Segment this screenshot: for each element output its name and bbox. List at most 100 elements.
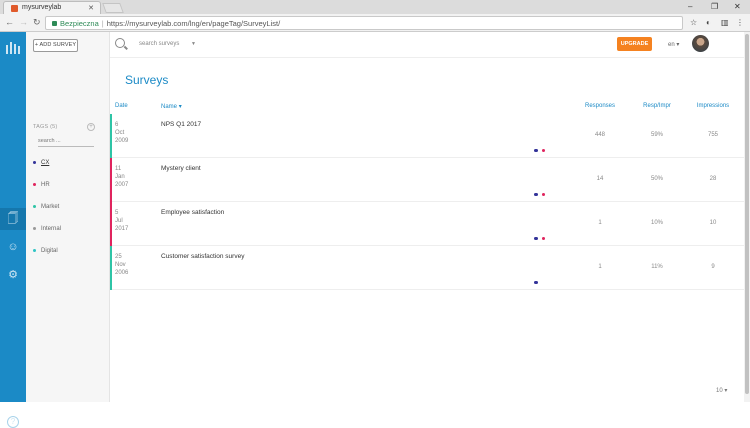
tab-title: mysurveylab: [22, 4, 62, 11]
column-header-impressions[interactable]: Impressions: [688, 103, 738, 109]
survey-tag-dots: [534, 271, 542, 289]
column-header-date[interactable]: Date: [115, 103, 128, 109]
tag-label: Market: [41, 204, 60, 210]
column-header-responses[interactable]: Responses: [575, 103, 625, 109]
scrollbar-thumb[interactable]: [745, 34, 749, 394]
survey-row[interactable]: 5 Jul 2017 Employee satisfaction 1 10% 10: [110, 202, 750, 246]
browser-tab[interactable]: mysurveylab ✕: [3, 1, 101, 14]
avatar[interactable]: [692, 35, 709, 52]
extension-icon[interactable]: ◐: [706, 18, 711, 27]
app-logo-icon: [6, 42, 20, 54]
url-text: https://mysurveylab.com/lng/en/pageTag/S…: [106, 19, 281, 28]
survey-name[interactable]: Employee satisfaction: [161, 209, 224, 216]
survey-date-month: Nov: [115, 262, 126, 268]
tag-dot: [534, 280, 538, 284]
tag-search-input[interactable]: search ...: [38, 138, 94, 147]
survey-responses: 1: [598, 220, 602, 226]
page-size-select[interactable]: 10 ▾: [716, 387, 727, 394]
tag-item[interactable]: Digital: [33, 248, 58, 254]
survey-search-input[interactable]: search surveys: [139, 41, 179, 47]
survey-date-day: 5: [115, 210, 119, 216]
tag-color-dot: [33, 160, 36, 164]
tag-item[interactable]: Internal: [33, 226, 61, 232]
survey-name[interactable]: NPS Q1 2017: [161, 121, 201, 128]
survey-date-month: Jan: [115, 174, 125, 180]
reload-icon[interactable]: ↻: [33, 17, 41, 28]
close-tab-icon[interactable]: ✕: [88, 4, 94, 12]
column-header-name[interactable]: Name ▾: [161, 103, 182, 110]
add-tag-icon[interactable]: +: [87, 123, 95, 131]
survey-resp-impr: 11%: [651, 264, 663, 270]
sort-desc-icon: ▾: [178, 104, 182, 110]
survey-date: 6 Oct 2009: [115, 121, 135, 145]
address-separator: |: [101, 19, 104, 28]
tag-color-dot: [33, 226, 36, 230]
bookmark-star-icon[interactable]: ☆: [690, 18, 697, 27]
contacts-nav-icon[interactable]: ☺: [7, 241, 19, 253]
survey-row[interactable]: 6 Oct 2009 NPS Q1 2017 448 59% 755: [110, 114, 750, 158]
forward-icon[interactable]: →: [19, 17, 28, 27]
page-size-chevron-icon: ▾: [724, 388, 728, 394]
tag-dot: [541, 148, 545, 152]
tag-item[interactable]: Market: [33, 204, 59, 210]
tag-label: Internal: [41, 226, 62, 232]
survey-date-year: 2006: [115, 270, 129, 276]
status-bar: [110, 114, 112, 158]
survey-row[interactable]: 11 Jan 2007 Mystery client 14 50% 28: [110, 158, 750, 202]
survey-date-day: 11: [115, 166, 122, 172]
survey-impressions: 755: [707, 132, 718, 138]
scrollbar[interactable]: [744, 32, 750, 402]
new-tab-button[interactable]: [102, 3, 124, 13]
minimize-icon[interactable]: –: [688, 2, 692, 11]
page-size-value: 10: [716, 388, 723, 394]
survey-date-day: 6: [115, 122, 119, 128]
upgrade-button[interactable]: UPGRADE: [617, 37, 652, 51]
tag-label: HR: [41, 182, 50, 188]
extension-icon-2[interactable]: ▥: [721, 18, 729, 27]
survey-date-month: Oct: [115, 130, 125, 136]
survey-impressions: 28: [709, 176, 717, 182]
tag-dot: [541, 236, 545, 240]
tag-label: Digital: [41, 248, 58, 254]
status-bar: [110, 246, 112, 290]
tag-item[interactable]: CX: [33, 160, 49, 166]
lock-icon: [52, 21, 57, 26]
restore-icon[interactable]: ❐: [711, 2, 718, 11]
page-title: Surveys: [125, 73, 169, 87]
tag-color-dot: [33, 204, 36, 208]
add-survey-button[interactable]: + ADD SURVEY: [33, 39, 78, 52]
browser-toolbar: ← → ↻ Bezpieczna | https://mysurveylab.com…: [0, 14, 750, 32]
status-bar: [110, 202, 112, 246]
app-nav-rail: 🗍 ☺ ⚙ ?: [0, 32, 26, 428]
survey-impressions: 9: [711, 264, 715, 270]
survey-name[interactable]: Mystery client: [161, 165, 201, 172]
survey-date-year: 2017: [115, 226, 129, 232]
language-label: en: [668, 42, 675, 48]
survey-resp-impr: 59%: [650, 132, 663, 138]
survey-date-day: 25: [115, 254, 122, 260]
survey-row[interactable]: 25 Nov 2006 Customer satisfaction survey 1 11…: [110, 246, 750, 290]
survey-tag-dots: [534, 183, 549, 201]
address-bar[interactable]: Bezpieczna | https://mysurveylab.com/lng/e…: [45, 16, 683, 30]
survey-date: 11 Jan 2007: [115, 165, 135, 189]
tag-dot: [534, 236, 538, 240]
column-header-name-label: Name: [161, 104, 178, 110]
language-select[interactable]: en ▾: [668, 41, 679, 48]
window-close-icon[interactable]: ✕: [734, 2, 741, 11]
column-header-resp-impr[interactable]: Resp/Impr: [632, 103, 682, 109]
chevron-down-icon[interactable]: ▼: [191, 41, 196, 47]
search-icon[interactable]: [115, 38, 125, 48]
favicon-icon: [11, 5, 18, 12]
survey-name[interactable]: Customer satisfaction survey: [161, 253, 244, 260]
tag-dot: [534, 148, 538, 152]
tags-heading: TAGS (5): [33, 124, 58, 130]
surveys-nav-icon[interactable]: 🗍: [7, 213, 19, 225]
tag-item[interactable]: HR: [33, 182, 50, 188]
help-icon[interactable]: ?: [7, 416, 19, 428]
settings-nav-icon[interactable]: ⚙: [7, 269, 19, 281]
menu-kebab-icon[interactable]: ⋮: [736, 18, 744, 27]
survey-resp-impr: 50%: [650, 176, 663, 182]
back-icon[interactable]: ←: [5, 17, 14, 27]
tag-dot: [534, 192, 538, 196]
tags-panel: + ADD SURVEY TAGS (5) + search ... CX HR M…: [26, 32, 110, 402]
